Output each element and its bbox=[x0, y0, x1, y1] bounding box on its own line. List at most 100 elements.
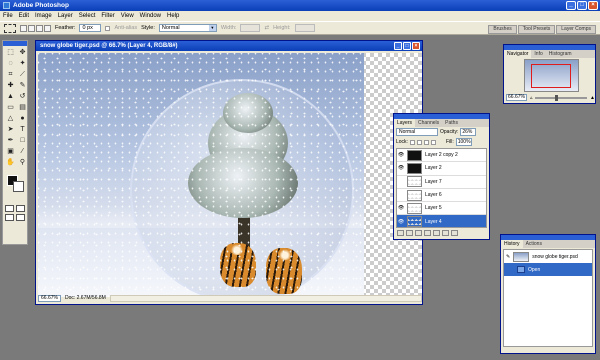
stamp-icon[interactable]: ▲ bbox=[5, 92, 16, 102]
tab-info[interactable]: Info bbox=[531, 50, 545, 58]
menu-layer[interactable]: Layer bbox=[58, 13, 73, 19]
eye-icon[interactable]: 👁 bbox=[397, 165, 405, 171]
layer-row[interactable]: Layer 7 bbox=[397, 176, 486, 189]
layer-row-selected[interactable]: 👁 Layer 4 bbox=[397, 215, 486, 227]
brush-source-icon[interactable]: ✎ bbox=[506, 254, 510, 260]
document-zoom[interactable]: 66.67% bbox=[38, 294, 61, 302]
subtract-selection-icon[interactable] bbox=[36, 24, 43, 32]
doc-maximize-button[interactable]: □ bbox=[403, 42, 411, 50]
menu-filter[interactable]: Filter bbox=[101, 13, 114, 19]
move-icon[interactable]: ✥ bbox=[17, 48, 28, 58]
antialias-checkbox[interactable] bbox=[105, 25, 111, 31]
doc-size[interactable]: Doc: 2.67M/56.8M bbox=[65, 295, 106, 301]
slice-icon[interactable]: ⟋ bbox=[17, 70, 28, 80]
healing-icon[interactable]: ✚ bbox=[5, 81, 16, 91]
notes-icon[interactable]: ▣ bbox=[5, 147, 16, 157]
layer-row[interactable]: 👁 Layer 2 bbox=[397, 162, 486, 176]
tab-layers[interactable]: Layers bbox=[394, 119, 416, 127]
fill-input[interactable]: 100% bbox=[455, 138, 472, 146]
layer-row[interactable]: Layer 6 bbox=[397, 189, 486, 203]
screen-mode-full-icon[interactable] bbox=[16, 214, 25, 221]
trash-icon[interactable] bbox=[451, 230, 458, 236]
menu-window[interactable]: Window bbox=[140, 13, 161, 19]
opacity-input[interactable]: 26% bbox=[460, 128, 477, 136]
new-selection-icon[interactable] bbox=[20, 24, 27, 32]
brush-icon[interactable]: ✎ bbox=[17, 81, 28, 91]
blend-mode-select[interactable]: Normal bbox=[396, 128, 438, 136]
doc-minimize-button[interactable]: _ bbox=[394, 42, 402, 50]
tab-histogram[interactable]: Histogram bbox=[546, 50, 575, 58]
maximize-button[interactable]: □ bbox=[577, 1, 587, 10]
minimize-button[interactable]: _ bbox=[566, 1, 576, 10]
horizontal-scrollbar[interactable] bbox=[109, 294, 422, 302]
history-brush-icon[interactable]: ↺ bbox=[17, 92, 28, 102]
lock-position-icon[interactable] bbox=[423, 139, 429, 145]
quick-mask-icon[interactable] bbox=[16, 205, 25, 212]
menu-edit[interactable]: Edit bbox=[19, 13, 29, 19]
lock-transparency-icon[interactable] bbox=[409, 139, 415, 145]
dodge-icon[interactable]: ● bbox=[17, 114, 28, 124]
width-field[interactable] bbox=[240, 24, 261, 32]
well-tab-tool-presets[interactable]: Tool Presets bbox=[517, 25, 556, 34]
image-canvas[interactable] bbox=[38, 53, 422, 297]
well-tab-brushes[interactable]: Brushes bbox=[488, 25, 517, 34]
eye-icon[interactable]: 👁 bbox=[397, 219, 405, 225]
tab-channels[interactable]: Channels bbox=[415, 119, 442, 127]
new-group-icon[interactable] bbox=[424, 230, 431, 236]
eraser-icon[interactable]: ▭ bbox=[5, 103, 16, 113]
magic-wand-icon[interactable]: ✦ bbox=[17, 59, 28, 69]
height-field[interactable] bbox=[294, 24, 315, 32]
document-titlebar[interactable]: snow globe tiger.psd @ 66.7% (Layer 4, R… bbox=[36, 41, 422, 51]
view-box[interactable] bbox=[531, 64, 571, 88]
style-select[interactable]: Normal ▼ bbox=[158, 24, 217, 32]
adjustment-layer-icon[interactable] bbox=[433, 230, 440, 236]
eye-icon[interactable]: 👁 bbox=[397, 152, 405, 158]
tab-actions[interactable]: Actions bbox=[523, 240, 545, 248]
navigator-thumbnail[interactable] bbox=[524, 59, 579, 92]
tab-paths[interactable]: Paths bbox=[442, 119, 461, 127]
history-state-selected[interactable]: Open bbox=[504, 263, 592, 276]
menu-view[interactable]: View bbox=[121, 13, 134, 19]
link-layers-icon[interactable] bbox=[397, 230, 404, 236]
navigator-zoom[interactable]: 66.67% bbox=[506, 94, 527, 101]
layer-style-icon[interactable] bbox=[406, 230, 413, 236]
doc-close-button[interactable]: × bbox=[412, 42, 420, 50]
pen-icon[interactable]: ✒ bbox=[5, 136, 16, 146]
zoom-icon[interactable]: ⚲ bbox=[17, 158, 28, 168]
close-button[interactable]: × bbox=[588, 1, 598, 10]
menu-file[interactable]: File bbox=[3, 13, 13, 19]
lock-image-icon[interactable] bbox=[416, 139, 422, 145]
intersect-selection-icon[interactable] bbox=[44, 24, 51, 32]
shape-icon[interactable]: □ bbox=[17, 136, 28, 146]
lock-all-icon[interactable] bbox=[430, 139, 436, 145]
layer-row[interactable]: 👁 Layer 2 copy 2 bbox=[397, 149, 486, 163]
background-color-swatch[interactable] bbox=[13, 181, 24, 192]
zoom-slider[interactable] bbox=[535, 94, 588, 101]
well-tab-layer-comps[interactable]: Layer Comps bbox=[556, 25, 596, 34]
standard-mode-icon[interactable] bbox=[5, 205, 14, 212]
type-icon[interactable]: T bbox=[17, 125, 28, 135]
screen-mode-standard-icon[interactable] bbox=[5, 214, 14, 221]
tab-navigator[interactable]: Navigator bbox=[504, 50, 532, 58]
add-selection-icon[interactable] bbox=[28, 24, 35, 32]
gradient-icon[interactable]: ▤ bbox=[17, 103, 28, 113]
hand-icon[interactable]: ✋ bbox=[5, 158, 16, 168]
marquee-icon[interactable]: ⬚ bbox=[5, 48, 16, 58]
tab-history[interactable]: History bbox=[501, 240, 523, 248]
crop-icon[interactable]: ⌗ bbox=[5, 70, 16, 80]
zoom-in-icon[interactable]: ▲ bbox=[590, 95, 595, 101]
feather-input[interactable]: 0 px bbox=[79, 24, 102, 32]
lasso-icon[interactable]: ◌ bbox=[5, 59, 16, 69]
eyedropper-icon[interactable]: ⁄ bbox=[17, 147, 28, 157]
eye-icon[interactable]: 👁 bbox=[397, 205, 405, 211]
blur-icon[interactable]: △ bbox=[5, 114, 16, 124]
menu-image[interactable]: Image bbox=[35, 13, 52, 19]
menu-help[interactable]: Help bbox=[167, 13, 179, 19]
layer-mask-icon[interactable] bbox=[415, 230, 422, 236]
zoom-out-icon[interactable]: ▵ bbox=[530, 95, 533, 101]
layer-row[interactable]: 👁 Layer 5 bbox=[397, 202, 486, 216]
history-snapshot[interactable]: ✎ snow globe tiger.psd bbox=[504, 250, 592, 263]
swap-icon[interactable]: ⇄ bbox=[264, 25, 269, 31]
menu-select[interactable]: Select bbox=[79, 13, 96, 19]
marquee-tool-preset-icon[interactable] bbox=[4, 23, 16, 33]
